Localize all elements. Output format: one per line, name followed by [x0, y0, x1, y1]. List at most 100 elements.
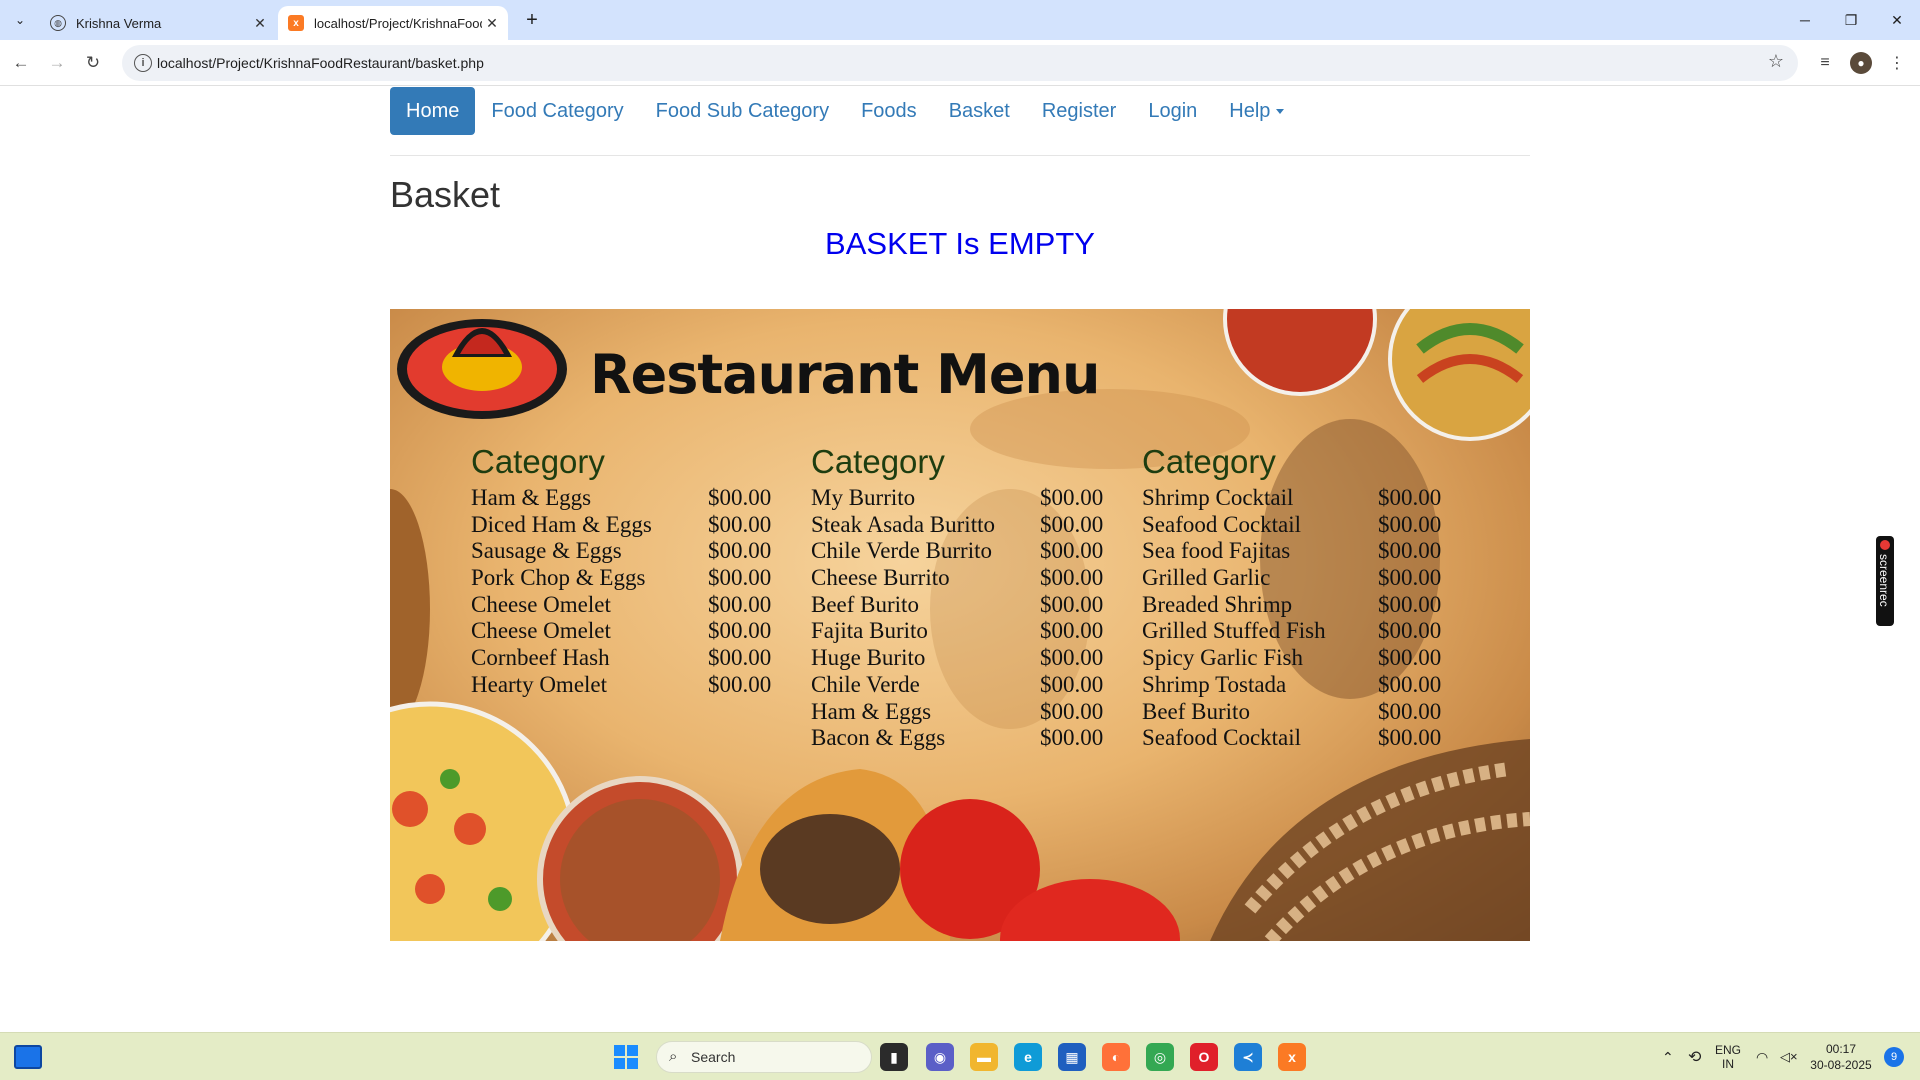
window-close-icon[interactable]: ✕	[1874, 0, 1920, 40]
menu-item-row: Grilled Stuffed Fish $00.00	[1142, 618, 1441, 645]
address-url[interactable]: localhost/Project/KrishnaFoodRestaurant/…	[157, 45, 484, 81]
menu-item-name: Cheese Omelet	[471, 618, 611, 644]
tab-title: localhost/Project/KrishnaFoodR	[314, 15, 482, 31]
menu-item-row: Grilled Garlic $00.00	[1142, 565, 1441, 592]
menu-column-1: Category Ham & Eggs $00.00 Diced Ham & Egg…	[471, 443, 771, 699]
menu-item-name: Ham & Eggs	[811, 698, 932, 724]
browser-toolbar: ← → ↻ i localhost/Project/KrishnaFoodRes…	[0, 40, 1920, 86]
menu-item-name: Pork Chop & Eggs	[471, 565, 646, 591]
nav-food-category[interactable]: Food Category	[475, 87, 639, 135]
sync-icon[interactable]: ⟲	[1688, 1033, 1701, 1080]
menu-item-row: Cheese Burrito $00.00	[811, 565, 1103, 592]
firefox-icon[interactable]: ◐	[1102, 1043, 1130, 1071]
menu-item-row: Steak Asada Buritto $00.00	[811, 512, 1103, 539]
menu-item-price: $00.00	[708, 671, 772, 697]
tab-basket[interactable]: x localhost/Project/KrishnaFoodR ✕	[278, 6, 508, 40]
menu-column-heading: Category	[811, 443, 945, 480]
tab-title: Krishna Verma	[76, 15, 162, 31]
menu-column-2: Category My Burrito $00.00 Steak Asada Bur…	[811, 443, 1103, 752]
opera-icon[interactable]: O	[1190, 1043, 1218, 1071]
menu-item-price: $00.00	[1040, 591, 1104, 617]
vscode-icon[interactable]: ≺	[1234, 1043, 1262, 1071]
menu-item-name: Shrimp Tostada	[1142, 671, 1287, 697]
menu-item-name: My Burrito	[811, 485, 916, 510]
menu-item-row: My Burrito $00.00	[811, 485, 1103, 512]
tab-search-chevron-icon[interactable]: ⌄	[8, 8, 32, 32]
back-arrow-icon[interactable]: ←	[8, 50, 34, 76]
menu-item-row: Cheese Omelet $00.00	[471, 618, 771, 645]
menu-item-name: Diced Ham & Eggs	[471, 511, 652, 537]
screenrec-widget[interactable]: screenrec	[1876, 536, 1894, 626]
menu-item-name: Sausage & Eggs	[471, 538, 622, 564]
minimize-icon[interactable]: ─	[1782, 0, 1828, 40]
clock-time: 00:17	[1825, 1042, 1857, 1056]
menu-item-price: $00.00	[708, 565, 772, 591]
menu-item-name: Chile Verde Burrito	[811, 538, 992, 564]
menu-item-name: Breaded Shrimp	[1142, 591, 1293, 617]
menu-item-name: Ham & Eggs	[471, 485, 592, 510]
address-bar[interactable]: i localhost/Project/KrishnaFoodRestauran…	[122, 45, 1798, 81]
reload-icon[interactable]: ↻	[80, 50, 106, 76]
close-tab-icon[interactable]: ✕	[250, 13, 270, 33]
menu-item-row: Spicy Garlic Fish $00.00	[1142, 645, 1441, 672]
close-tab-icon[interactable]: ✕	[482, 13, 502, 33]
xampp-icon[interactable]: x	[1278, 1043, 1306, 1071]
main-nav: Home Food Category Food Sub Category Foo…	[390, 87, 1530, 137]
forward-arrow-icon[interactable]: →	[44, 50, 70, 76]
site-info-icon[interactable]: i	[134, 54, 152, 72]
profile-avatar-icon[interactable]: ●	[1850, 52, 1872, 74]
menu-item-price: $00.00	[1040, 511, 1104, 537]
taskbar-search[interactable]: ⌕ Search	[656, 1041, 872, 1073]
menu-item-price: $00.00	[1378, 485, 1442, 510]
menu-item-row: Shrimp Cocktail $00.00	[1142, 485, 1441, 512]
menu-item-price: $00.00	[708, 645, 772, 671]
teams-chat-icon[interactable]: ◉	[926, 1043, 954, 1071]
nav-foods[interactable]: Foods	[845, 87, 933, 135]
file-explorer-icon[interactable]: ▬	[970, 1043, 998, 1071]
volume-muted-icon[interactable]: ◁×	[1780, 1033, 1798, 1080]
nav-food-sub-category[interactable]: Food Sub Category	[640, 87, 845, 135]
menu-column-heading: Category	[1142, 443, 1276, 480]
menu-item-row: Hearty Omelet $00.00	[471, 672, 771, 699]
menu-item-price: $00.00	[1378, 511, 1442, 537]
nav-basket[interactable]: Basket	[933, 87, 1026, 135]
browser-tab-bar: ⌄ ◍ Krishna Verma ✕ x localhost/Project/…	[0, 0, 1920, 40]
task-view-icon[interactable]: ▮	[880, 1043, 908, 1071]
nav-home[interactable]: Home	[390, 87, 476, 135]
menu-item-name: Seafood Cocktail	[1142, 725, 1302, 751]
menu-item-price: $00.00	[1040, 725, 1104, 751]
windows-start-icon[interactable]	[614, 1045, 638, 1069]
nav-login[interactable]: Login	[1132, 87, 1213, 135]
widgets-icon[interactable]	[14, 1045, 42, 1069]
menu-item-row: Bacon & Eggs $00.00	[811, 725, 1103, 752]
system-clock[interactable]: 00:17 30-08-2025	[1808, 1033, 1874, 1080]
menu-item-row: Cheese Omelet $00.00	[471, 592, 771, 619]
language-code: ENG	[1715, 1043, 1742, 1057]
nav-help-dropdown[interactable]: Help	[1213, 87, 1300, 135]
tab-krishna-verma[interactable]: ◍ Krishna Verma ✕	[40, 6, 276, 40]
language-indicator[interactable]: ENG IN	[1715, 1033, 1742, 1080]
menu-item-row: Seafood Cocktail $00.00	[1142, 725, 1441, 752]
menu-item-name: Huge Burito	[811, 645, 926, 671]
menu-item-row: Ham & Eggs $00.00	[471, 485, 771, 512]
edge-icon[interactable]: e	[1014, 1043, 1042, 1071]
restore-icon[interactable]: ❐	[1828, 0, 1874, 40]
bookmark-star-icon[interactable]: ☆	[1768, 51, 1784, 72]
xampp-icon: x	[288, 15, 304, 31]
menu-item-row: Beef Burito $00.00	[1142, 699, 1441, 726]
new-tab-plus-icon[interactable]: +	[520, 8, 544, 32]
menu-item-name: Grilled Stuffed Fish	[1142, 618, 1326, 644]
basket-empty-message: BASKET Is EMPTY	[825, 226, 1095, 261]
wifi-icon[interactable]: ◠	[1756, 1033, 1768, 1080]
notification-badge[interactable]: 9	[1884, 1047, 1904, 1067]
media-controls-icon[interactable]: ≡	[1812, 50, 1838, 76]
chrome-icon[interactable]: ◎	[1146, 1043, 1174, 1071]
menu-column-heading: Category	[471, 443, 605, 480]
menu-item-row: Beef Burito $00.00	[811, 592, 1103, 619]
caret-down-icon	[1276, 109, 1285, 115]
tray-chevron-up-icon[interactable]: ⌃	[1662, 1033, 1674, 1080]
menu-column-3: Category Shrimp Cocktail $00.00 Seafood Co…	[1142, 443, 1441, 752]
nav-register[interactable]: Register	[1026, 87, 1132, 135]
microsoft-store-icon[interactable]: ▦	[1058, 1043, 1086, 1071]
more-menu-icon[interactable]: ⋮	[1884, 50, 1910, 76]
